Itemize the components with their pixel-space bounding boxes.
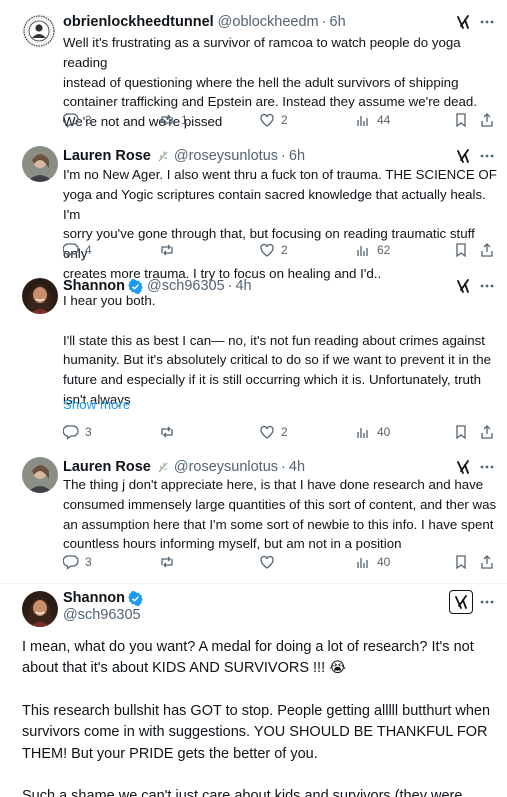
grok-icon[interactable] [456,460,470,474]
repost-button[interactable] [159,553,181,571]
reply-button[interactable]: 3 [63,111,92,129]
like-button[interactable]: 2 [259,111,288,129]
paragraph: This research bullshit has GOT to stop. … [22,702,491,762]
share-icon [481,113,493,127]
reply-button[interactable]: 3 [63,553,92,571]
repost-button[interactable] [159,241,181,259]
action-bar: 3 1 2 44 [63,111,495,129]
tweet-2[interactable]: Lauren Rose @roseysunlotus · 6h I'm no N… [0,136,507,281]
handle[interactable]: @sch96305 [63,607,141,623]
paragraph: I mean, what do you want? A medal for do… [22,639,474,677]
avatar[interactable] [22,146,58,182]
more-options-icon[interactable] [480,15,494,29]
repost-icon [161,114,173,126]
tweet-text: I'm no New Ager. I also went thru a fuck… [63,167,497,281]
share-icon [481,243,493,257]
main-tweet-text: I mean, what do you want? A medal for do… [22,637,500,797]
reply-icon [63,555,79,570]
tweet-text: The thing j don't appreciate here, is th… [63,477,497,552]
bookmark-button[interactable] [453,241,469,259]
repost-icon [161,244,173,256]
heart-icon [260,243,274,257]
like-button[interactable] [259,553,281,571]
verified-badge-icon [128,590,143,606]
tweet-1[interactable]: obrienlockheedtunnel @oblockheedm · 6h W… [0,0,507,136]
timestamp[interactable]: 4h [289,459,305,475]
reply-icon [63,113,79,128]
repost-button[interactable]: 1 [159,111,188,129]
repost-button[interactable] [159,423,181,441]
bookmark-button[interactable] [453,423,469,441]
views-button[interactable]: 44 [355,111,390,129]
heart-icon [260,555,274,569]
display-name[interactable]: Shannon [63,590,125,606]
tweet-4[interactable]: Lauren Rose @roseysunlotus · 4h The thin… [0,453,507,584]
action-bar: 3 40 [63,553,495,571]
herb-emoji-icon [158,462,168,473]
share-button[interactable] [479,553,495,571]
avatar[interactable] [22,278,58,314]
timestamp[interactable]: 6h [330,14,346,30]
share-button[interactable] [479,423,495,441]
grok-icon[interactable] [456,15,470,29]
like-button[interactable]: 2 [259,423,288,441]
views-icon [357,246,368,256]
handle[interactable]: @oblockheedm [218,14,319,30]
grok-icon[interactable] [449,590,473,614]
views-button[interactable]: 62 [355,241,390,259]
handle[interactable]: @roseysunlotus [174,148,278,164]
bookmark-icon [456,555,466,570]
share-icon [481,555,493,569]
views-button[interactable]: 40 [355,553,390,571]
more-options-icon[interactable] [480,460,494,474]
bookmark-button[interactable] [453,553,469,571]
bookmark-icon [456,425,466,440]
share-icon [481,425,493,439]
avatar[interactable] [22,591,58,627]
bookmark-icon [456,113,466,128]
avatar[interactable] [22,457,58,493]
reply-button[interactable]: 4 [63,241,92,259]
heart-icon [260,425,274,439]
like-button[interactable]: 2 [259,241,288,259]
share-button[interactable] [479,111,495,129]
grok-icon[interactable] [456,149,470,163]
bookmark-button[interactable] [453,111,469,129]
heart-icon [260,113,274,127]
views-icon [357,116,368,126]
repost-icon [161,556,173,568]
views-icon [357,428,368,438]
reply-button[interactable]: 3 [63,423,92,441]
views-button[interactable]: 40 [355,423,390,441]
action-bar: 4 2 62 [63,241,495,259]
timestamp[interactable]: 6h [289,148,305,164]
more-options-icon[interactable] [480,595,494,609]
reply-icon [63,243,79,258]
display-name[interactable]: obrienlockheedtunnel [63,14,214,30]
display-name[interactable]: Lauren Rose [63,459,151,475]
show-more-link[interactable]: Show more [63,397,130,412]
reply-icon [63,425,79,440]
avatar[interactable] [22,14,56,48]
herb-emoji-icon [158,151,168,162]
main-tweet: Shannon @sch96305 I mean, what do you wa… [0,584,507,797]
handle[interactable]: @roseysunlotus [174,459,278,475]
more-options-icon[interactable] [480,149,494,163]
paragraph: Such a shame we can't just care about ki… [22,788,463,797]
views-icon [357,558,368,568]
repost-icon [161,426,173,438]
share-button[interactable] [479,241,495,259]
tweet-text: I hear you both. I'll state this as best… [63,293,491,407]
display-name[interactable]: Lauren Rose [63,148,151,164]
action-bar: 3 2 40 [63,423,495,441]
tweet-3[interactable]: Shannon @sch96305 · 4h I hear you both. … [0,270,507,453]
bookmark-icon [456,243,466,258]
